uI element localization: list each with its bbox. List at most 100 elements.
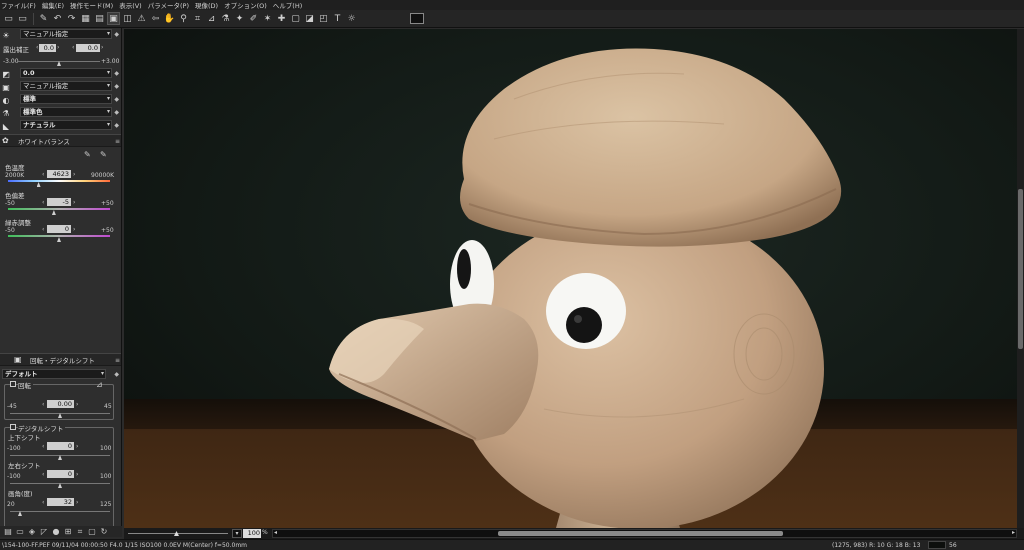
horizontal-scrollbar[interactable]: ◂ ▸ (272, 529, 1017, 538)
pin-icon[interactable]: ◆ (114, 122, 119, 129)
straighten-icon[interactable]: ⊿ (96, 380, 103, 389)
undo-icon[interactable]: ↶ (51, 12, 64, 25)
single-view-icon[interactable]: ▣ (107, 12, 120, 25)
arrow-icon[interactable]: ⇦ (149, 12, 162, 25)
refresh-icon[interactable]: ↻ (98, 527, 110, 536)
eyedropper-icon[interactable]: ⚗ (219, 12, 232, 25)
straighten-icon[interactable]: ⊿ (205, 12, 218, 25)
exposure-dec2-icon[interactable]: ‹ (72, 44, 74, 51)
pin-icon[interactable]: ◆ (114, 371, 119, 378)
brush-icon[interactable]: ✎ (37, 12, 50, 25)
tint-value-input[interactable]: -5 (47, 198, 71, 206)
menu-help[interactable]: ヘルプ(H) (273, 0, 302, 10)
scroll-right-icon[interactable]: ▸ (1012, 529, 1015, 536)
exposure-inc2-icon[interactable]: › (101, 44, 103, 51)
contrast-dropdown[interactable]: 0.0 ▾ (20, 68, 112, 78)
warning-icon[interactable]: ⚠ (135, 12, 148, 25)
settings-icon[interactable]: ☼ (345, 12, 358, 25)
stamp-icon[interactable]: ✚ (275, 12, 288, 25)
hshift-inc-icon[interactable]: › (76, 471, 78, 478)
menu-parameters[interactable]: パラメータ(P) (148, 0, 189, 10)
monitor-icon[interactable] (410, 13, 424, 24)
rotate-checkbox[interactable] (10, 381, 16, 387)
thumbnail-grid-icon[interactable]: ▦ (79, 12, 92, 25)
zoom-dropdown[interactable]: ▾ (232, 529, 242, 538)
crop-frame-icon[interactable]: ⌗ (74, 527, 86, 537)
hshift-dec-icon[interactable]: ‹ (42, 471, 44, 478)
filmstrip-icon[interactable]: ▤ (93, 12, 106, 25)
menu-mode[interactable]: 操作モード(M) (70, 0, 113, 10)
navigator-icon[interactable]: ▢ (86, 527, 98, 536)
tone-dropdown[interactable]: ナチュラル ▾ (20, 120, 112, 130)
redo-icon[interactable]: ↷ (65, 12, 78, 25)
wb-picker2-icon[interactable]: ✎ (100, 150, 107, 159)
zoom-input[interactable]: 100 (243, 529, 261, 538)
wb-picker-icon[interactable]: ✎ (84, 150, 91, 159)
crop-icon[interactable]: ⌗ (191, 12, 204, 25)
menu-file[interactable]: ファイル(F) (1, 0, 36, 10)
gm-value-input[interactable]: 0 (47, 225, 71, 233)
vshift-dec-icon[interactable]: ‹ (42, 443, 44, 450)
info-icon[interactable]: ▭ (14, 527, 26, 536)
wand-icon[interactable]: ✦ (233, 12, 246, 25)
gm-dec-icon[interactable]: ‹ (42, 226, 44, 233)
vertical-scrollbar[interactable] (1017, 29, 1024, 528)
panel-menu-icon[interactable]: ≡ (115, 357, 120, 364)
pin-icon[interactable]: ◆ (114, 83, 119, 90)
tint-dec-icon[interactable]: ‹ (42, 199, 44, 206)
tint-slider-thumb[interactable] (51, 210, 56, 215)
panel-menu-icon[interactable]: ≡ (115, 138, 120, 145)
compare-icon[interactable]: ◫ (121, 12, 134, 25)
hshift-value-input[interactable]: 0 (47, 470, 74, 478)
rotation-preset-dropdown[interactable]: デフォルト ▾ (2, 369, 106, 379)
curve-icon[interactable]: ◸ (38, 527, 50, 536)
spot-icon[interactable]: ✶ (261, 12, 274, 25)
vshift-inc-icon[interactable]: › (76, 443, 78, 450)
fov-inc-icon[interactable]: › (76, 499, 78, 506)
menu-develop[interactable]: 現像(D) (195, 0, 218, 10)
rotation-header[interactable]: ▣ 回転・デジタルシフト ≡ (0, 353, 121, 366)
temp-dec-icon[interactable]: ‹ (42, 171, 44, 178)
exposure-inc-icon[interactable]: › (57, 44, 59, 51)
vertical-scroll-thumb[interactable] (1018, 189, 1023, 349)
scroll-left-icon[interactable]: ◂ (274, 529, 277, 536)
fov-dec-icon[interactable]: ‹ (42, 499, 44, 506)
horizontal-scroll-thumb[interactable] (498, 531, 783, 536)
temp-slider-thumb[interactable] (36, 182, 41, 187)
shift-checkbox[interactable] (10, 424, 16, 430)
exposure-fine-input[interactable]: 0.0 (76, 44, 100, 52)
open-folder-icon[interactable]: ▭ (2, 12, 15, 25)
exposure-mode-dropdown[interactable]: マニュアル指定 ▾ (20, 29, 112, 39)
color-mode-dropdown[interactable]: 標準色 ▾ (20, 107, 112, 117)
fov-value-input[interactable]: 32 (47, 498, 74, 506)
temp-slider-track[interactable] (8, 180, 110, 182)
pin-icon[interactable]: ◆ (114, 31, 119, 38)
convert-icon[interactable]: T (331, 12, 344, 25)
zoom-slider-track[interactable] (128, 533, 228, 534)
save-folder-icon[interactable]: ▭ (16, 12, 29, 25)
copy-settings-icon[interactable]: ▢ (289, 12, 302, 25)
histogram-icon[interactable]: ▤ (2, 527, 14, 536)
pin-icon[interactable]: ◆ (114, 96, 119, 103)
menu-view[interactable]: 表示(V) (119, 0, 142, 10)
picture-mode-dropdown[interactable]: 標準 ▾ (20, 94, 112, 104)
tools-icon[interactable]: ⊞ (62, 527, 74, 536)
pin-icon[interactable]: ◆ (114, 70, 119, 77)
gm-slider-thumb[interactable] (57, 237, 61, 242)
hand-icon[interactable]: ✋ (163, 12, 176, 25)
temp-value-input[interactable]: 4623 (47, 170, 71, 178)
dlighting-dropdown[interactable]: マニュアル指定 ▾ (20, 81, 112, 91)
fov-slider-track[interactable] (10, 511, 110, 512)
gm-inc-icon[interactable]: › (73, 226, 75, 233)
tint-inc-icon[interactable]: › (73, 199, 75, 206)
tint-slider-track[interactable] (8, 208, 110, 210)
develop-icon[interactable]: ◰ (317, 12, 330, 25)
vshift-value-input[interactable]: 0 (47, 442, 74, 450)
exposure-value-input[interactable]: 0.0 (39, 44, 56, 52)
rotate-value-input[interactable]: 0.00 (47, 400, 74, 408)
pin-icon[interactable]: ◆ (114, 109, 119, 116)
white-balance-header[interactable]: ✿ ホワイトバランス ≡ (0, 134, 121, 147)
layers-icon[interactable]: ◈ (26, 527, 38, 536)
gm-slider-track[interactable] (8, 235, 110, 237)
image-viewer[interactable] (124, 29, 1017, 528)
